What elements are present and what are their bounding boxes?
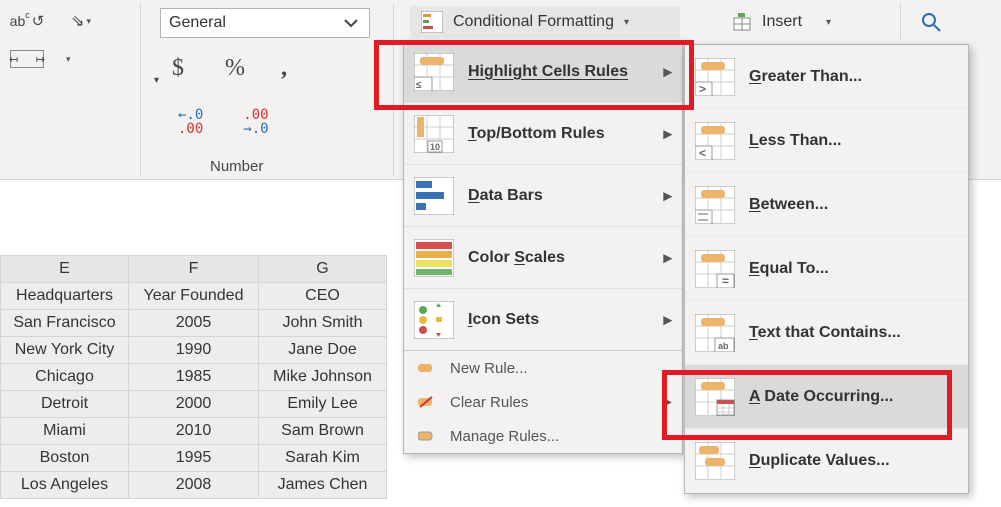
top-bottom-icon: 10 — [414, 115, 454, 153]
merge-dropdown[interactable]: ▾ — [66, 54, 71, 65]
svg-text:≤: ≤ — [416, 80, 422, 91]
insert-button[interactable]: Insert ▾ — [720, 6, 860, 38]
decrease-decimal[interactable]: .00 →.0 — [243, 108, 268, 136]
svg-text:=: = — [722, 274, 729, 288]
increase-decimal[interactable]: ←.0 .00 — [178, 108, 203, 136]
align-merge: ↤ ↦ ▾ — [10, 50, 71, 68]
data-bars-icon — [414, 177, 454, 215]
menu-manage-rules[interactable]: Manage Rules... — [404, 419, 682, 453]
color-scales-icon — [414, 239, 454, 277]
data-cell[interactable]: Emily Lee — [259, 391, 387, 418]
data-cell[interactable]: James Chen — [259, 472, 387, 499]
submenu-between[interactable]: Between... — [685, 173, 968, 237]
data-cell[interactable]: New York City — [1, 337, 129, 364]
number-format-buttons: $▾ % , — [172, 55, 287, 82]
menu-top-bottom-rules[interactable]: 10 Top/Bottom Rules ▶ — [404, 103, 682, 165]
conditional-formatting-menu: ≤ Highlight Cells Rules ▶ 10 Top/Bottom … — [403, 40, 683, 454]
between-icon — [695, 186, 735, 224]
currency-button[interactable]: $▾ — [172, 55, 189, 82]
insert-caret: ▾ — [826, 17, 831, 28]
data-cell[interactable]: 1990 — [129, 337, 259, 364]
search-icon — [920, 11, 942, 33]
manage-rules-icon — [418, 429, 436, 443]
orientation-icon[interactable]: ⇘▾ — [66, 8, 96, 34]
data-cell[interactable]: 2008 — [129, 472, 259, 499]
header-cell[interactable]: Year Founded — [129, 283, 259, 310]
equal-to-icon: = — [695, 250, 735, 288]
chevron-down-icon — [341, 13, 361, 33]
col-header-F[interactable]: F — [129, 256, 259, 283]
search-button[interactable] — [900, 4, 960, 40]
submenu-date-occurring[interactable]: A Date Occurring... — [685, 365, 968, 429]
data-cell[interactable]: Sam Brown — [259, 418, 387, 445]
dropdown-caret: ▾ — [624, 17, 629, 28]
clear-rules-icon — [418, 395, 436, 409]
percent-button[interactable]: % — [225, 55, 245, 82]
menu-highlight-cells-rules[interactable]: ≤ Highlight Cells Rules ▶ — [404, 41, 682, 103]
new-rule-icon — [418, 361, 436, 375]
number-format-select[interactable]: General — [160, 8, 370, 38]
header-cell[interactable]: Headquarters — [1, 283, 129, 310]
submenu-greater-than[interactable]: > Greater Than... — [685, 45, 968, 109]
data-cell[interactable]: Miami — [1, 418, 129, 445]
menu-new-rule[interactable]: New Rule... — [404, 351, 682, 385]
duplicate-values-icon — [695, 442, 735, 480]
data-cell[interactable]: 2000 — [129, 391, 259, 418]
menu-color-scales[interactable]: Color Scales ▶ — [404, 227, 682, 289]
submenu-less-than[interactable]: < Less Than... — [685, 109, 968, 173]
submenu-arrow: ▶ — [664, 65, 672, 78]
insert-label: Insert — [762, 13, 802, 31]
menu-top-bottom-label: Top/Bottom Rules — [468, 125, 605, 143]
greater-than-icon: > — [695, 58, 735, 96]
group-label-number: Number — [210, 158, 263, 175]
menu-highlight-label: Highlight Cells Rules — [468, 63, 628, 81]
menu-data-bars[interactable]: Data Bars ▶ — [404, 165, 682, 227]
svg-text:<: < — [699, 146, 706, 160]
data-cell[interactable]: 2005 — [129, 310, 259, 337]
date-occurring-icon — [695, 378, 735, 416]
decimal-buttons: ←.0 .00 .00 →.0 — [178, 108, 269, 136]
data-cell[interactable]: San Francisco — [1, 310, 129, 337]
highlight-cells-submenu: > Greater Than... < Less Than... Between… — [684, 44, 969, 494]
menu-color-scales-label: Color Scales — [468, 249, 565, 267]
menu-clear-rules[interactable]: Clear Rules ▶ — [404, 385, 682, 419]
data-cell[interactable]: Jane Doe — [259, 337, 387, 364]
col-header-G[interactable]: G — [259, 256, 387, 283]
submenu-text-contains[interactable]: ab Text that Contains... — [685, 301, 968, 365]
data-cell[interactable]: Mike Johnson — [259, 364, 387, 391]
data-cell[interactable]: Los Angeles — [1, 472, 129, 499]
spreadsheet[interactable]: E F G HeadquartersYear FoundedCEO San Fra… — [0, 255, 387, 499]
header-cell[interactable]: CEO — [259, 283, 387, 310]
comma-style-button[interactable]: , — [281, 55, 287, 82]
merge-icon[interactable]: ↤ ↦ — [10, 50, 44, 68]
data-cell[interactable]: John Smith — [259, 310, 387, 337]
text-contains-icon: ab — [695, 314, 735, 352]
highlight-cells-icon: ≤ — [414, 53, 454, 91]
submenu-duplicate-values[interactable]: Duplicate Values... — [685, 429, 968, 493]
submenu-equal-to[interactable]: = Equal To... — [685, 237, 968, 301]
data-cell[interactable]: Sarah Kim — [259, 445, 387, 472]
insert-cells-icon — [732, 12, 752, 32]
col-header-E[interactable]: E — [1, 256, 129, 283]
data-cell[interactable]: Boston — [1, 445, 129, 472]
less-than-icon: < — [695, 122, 735, 160]
conditional-formatting-button[interactable]: Conditional Formatting ▾ — [410, 6, 680, 38]
data-cell[interactable]: 1985 — [129, 364, 259, 391]
svg-text:>: > — [699, 82, 706, 96]
svg-text:ab: ab — [718, 341, 729, 351]
data-cell[interactable]: 1995 — [129, 445, 259, 472]
data-cell[interactable]: Chicago — [1, 364, 129, 391]
svg-text:10: 10 — [430, 142, 440, 152]
data-cell[interactable]: Detroit — [1, 391, 129, 418]
icon-sets-icon — [414, 301, 454, 339]
phonetic-icon[interactable]: abc↺ — [8, 8, 46, 34]
conditional-formatting-label: Conditional Formatting — [453, 13, 614, 31]
menu-data-bars-label: Data Bars — [468, 187, 543, 205]
menu-icon-sets-label: Icon Sets — [468, 311, 539, 329]
font-tools: abc↺ ⇘▾ — [8, 8, 96, 34]
number-format-label: General — [169, 14, 226, 32]
data-cell[interactable]: 2010 — [129, 418, 259, 445]
menu-icon-sets[interactable]: Icon Sets ▶ — [404, 289, 682, 351]
conditional-formatting-icon — [421, 11, 443, 33]
